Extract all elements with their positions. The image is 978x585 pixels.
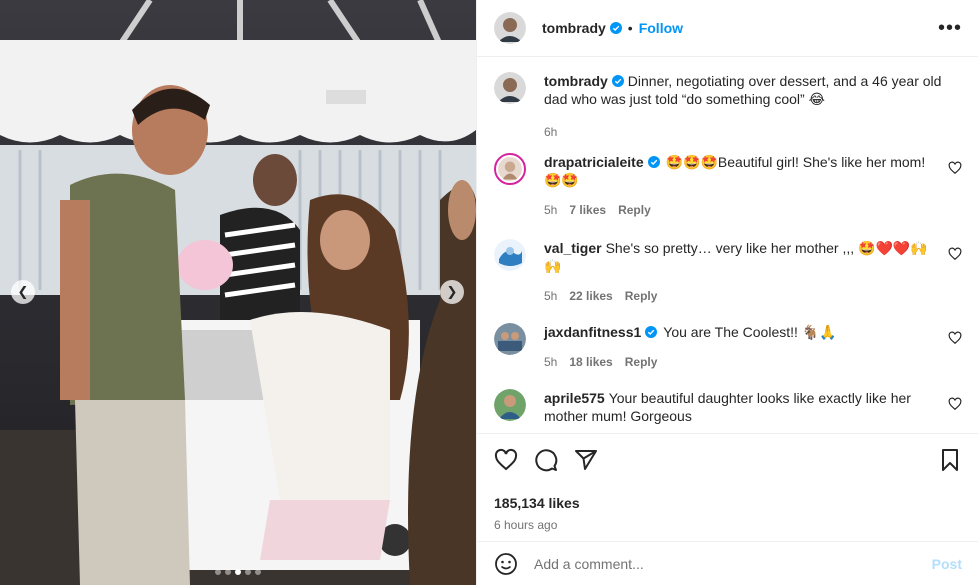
carousel-prev-button[interactable]: ❮ <box>11 280 35 304</box>
commenter-avatar[interactable] <box>494 153 526 185</box>
commenter-avatar[interactable] <box>494 239 526 271</box>
caption-body: tombrady Dinner, negotiating over dessert… <box>544 72 962 141</box>
comment-username[interactable]: drapatricialeite <box>544 154 644 170</box>
commenter-avatar[interactable] <box>494 323 526 355</box>
verified-icon <box>647 156 660 168</box>
comment-username[interactable]: jaxdanfitness1 <box>544 324 641 340</box>
post-media[interactable]: ❮ ❯ <box>0 0 476 585</box>
comment-item: drapatricialeite 🤩🤩🤩Beautiful girl! She's… <box>494 153 962 219</box>
verified-icon <box>645 326 658 338</box>
carousel-dot-active <box>235 569 241 575</box>
more-icon[interactable]: ••• <box>938 18 962 38</box>
comment-meta: 5h 18 likes Reply <box>544 353 938 371</box>
comment-username[interactable]: val_tiger <box>544 240 602 256</box>
reply-button[interactable]: Reply <box>625 287 658 305</box>
caption-meta: 6h <box>544 123 952 141</box>
comment-meta: 5h 7 likes Reply <box>544 201 938 219</box>
comment-meta: 5h 22 likes Reply <box>544 287 938 305</box>
author-avatar[interactable] <box>494 72 526 104</box>
post-photo <box>0 0 476 585</box>
comment-text: You are The Coolest!! 🐐🙏 <box>663 324 837 340</box>
caption: tombrady Dinner, negotiating over dessert… <box>494 72 962 141</box>
comment-time: 5h <box>544 355 558 369</box>
verified-icon <box>611 75 624 87</box>
heart-icon[interactable] <box>948 161 962 175</box>
comment-time: 5h <box>544 289 558 303</box>
caption-username[interactable]: tombrady <box>544 73 608 89</box>
carousel-next-button[interactable]: ❯ <box>440 280 464 304</box>
comment-item: jaxdanfitness1 You are The Coolest!! 🐐🙏 5… <box>494 323 962 371</box>
comment-likes[interactable]: 18 likes <box>569 353 612 371</box>
verified-icon <box>609 22 622 34</box>
comment-input[interactable] <box>534 555 932 572</box>
post-header: tombrady • Follow ••• <box>477 0 978 57</box>
carousel-dot <box>225 569 231 575</box>
post-comment-button[interactable]: Post <box>932 556 962 572</box>
comment-body: aprile575 Your beautiful daughter looks l… <box>544 389 948 425</box>
emoji-icon[interactable] <box>494 552 518 576</box>
comment-item: aprile575 Your beautiful daughter looks l… <box>494 389 962 425</box>
carousel-dot <box>245 569 251 575</box>
post-sidebar: tombrady • Follow ••• tombrady Dinner, ne… <box>476 0 978 585</box>
comment-body: val_tiger She's so pretty… very like her … <box>544 239 948 305</box>
share-icon[interactable] <box>574 448 598 472</box>
heart-icon[interactable] <box>494 448 518 472</box>
chevron-right-icon: ❯ <box>446 284 458 299</box>
carousel-dot <box>255 569 261 575</box>
comment-icon[interactable] <box>534 448 558 472</box>
comment-item: val_tiger She's so pretty… very like her … <box>494 239 962 305</box>
author-avatar[interactable] <box>494 12 526 44</box>
add-comment-bar: Post <box>477 541 978 585</box>
chevron-left-icon: ❮ <box>17 284 29 299</box>
comment-username[interactable]: aprile575 <box>544 390 605 406</box>
instagram-post: ❮ ❯ tombrady • Follow ••• tombrady Dinne… <box>0 0 978 585</box>
carousel-dot <box>215 569 221 575</box>
post-timestamp[interactable]: 6 hours ago <box>494 518 962 532</box>
bookmark-icon[interactable] <box>938 448 962 472</box>
separator-bullet: • <box>627 20 633 36</box>
action-icons <box>494 446 962 474</box>
caption-time: 6h <box>544 125 558 139</box>
comment-body: jaxdanfitness1 You are The Coolest!! 🐐🙏 5… <box>544 323 948 371</box>
like-count[interactable]: 185,134 likes <box>494 495 962 511</box>
post-actions: 185,134 likes 6 hours ago <box>477 433 978 532</box>
comment-body: drapatricialeite 🤩🤩🤩Beautiful girl! She's… <box>544 153 948 219</box>
author-username[interactable]: tombrady <box>542 20 606 36</box>
reply-button[interactable]: Reply <box>625 353 658 371</box>
heart-icon[interactable] <box>948 397 962 411</box>
follow-button[interactable]: Follow <box>639 20 683 36</box>
comment-time: 5h <box>544 203 558 217</box>
heart-icon[interactable] <box>948 247 962 261</box>
heart-icon[interactable] <box>948 331 962 345</box>
commenter-avatar[interactable] <box>494 389 526 421</box>
carousel-dots <box>215 569 261 575</box>
comment-likes[interactable]: 22 likes <box>569 287 612 305</box>
comments-list[interactable]: tombrady Dinner, negotiating over dessert… <box>477 57 978 433</box>
comment-likes[interactable]: 7 likes <box>569 201 606 219</box>
reply-button[interactable]: Reply <box>618 201 651 219</box>
